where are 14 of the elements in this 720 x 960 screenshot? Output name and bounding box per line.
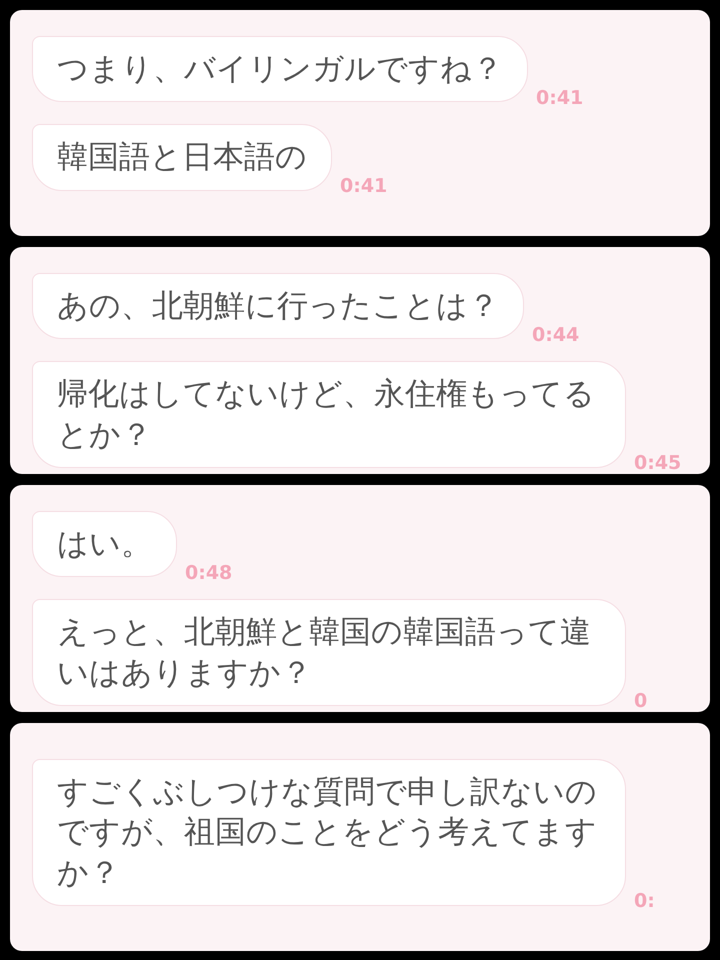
message-time: 0:45: [634, 451, 682, 474]
message-time: 0:44: [532, 322, 580, 348]
message-bubble: すごくぶしつけな質問で申し訳ないのですが、祖国のことをどう考えてますか？: [32, 759, 626, 906]
message-bubble: 帰化はしてないけど、永住権もってるとか？: [32, 361, 626, 468]
message-bubble: えっと、北朝鮮と韓国の韓国語って違いはありますか？: [32, 599, 626, 706]
message-time: 0: [634, 689, 648, 712]
message-time: 0:: [634, 889, 655, 914]
message-time: 0:48: [185, 560, 232, 586]
message-time: 0:41: [536, 86, 584, 111]
message-time: 0:41: [340, 174, 388, 200]
message-bubble: あの、北朝鮮に行ったことは？: [32, 273, 524, 340]
message-bubble: 韓国語と日本語の: [32, 124, 332, 191]
message-bubble: はい。: [32, 511, 177, 578]
message-bubble: つまり、バイリンガルですね？: [32, 36, 528, 102]
